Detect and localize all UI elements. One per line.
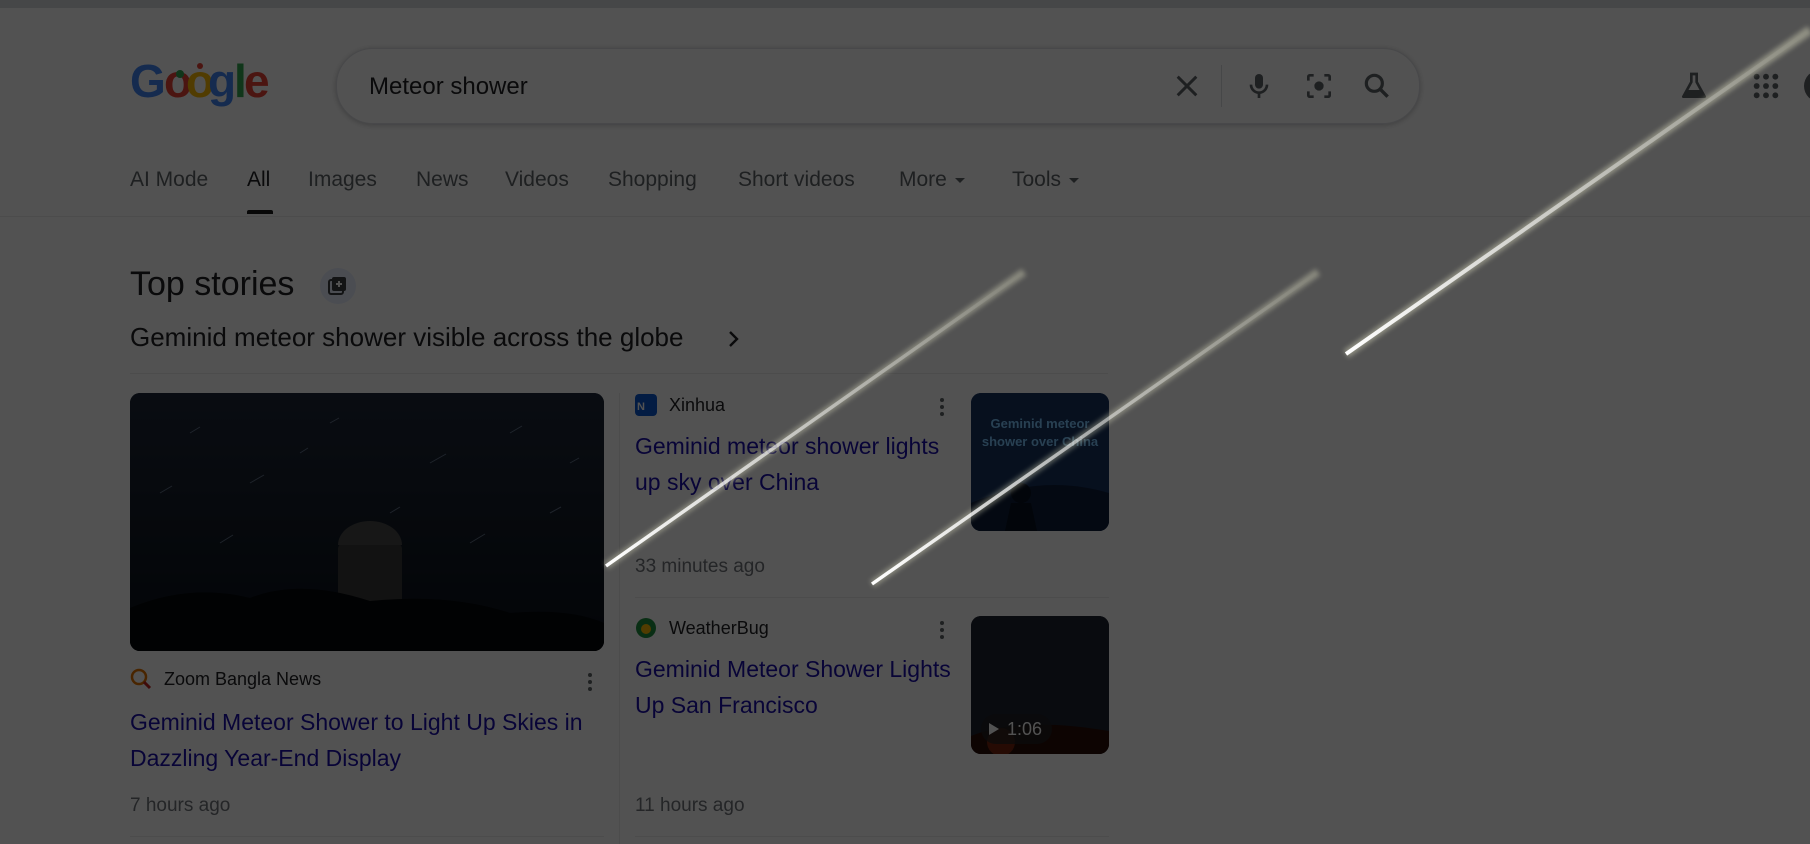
zoom-bangla-news-logo-icon [130, 668, 152, 690]
tab-ai-mode[interactable]: AI Mode [130, 168, 208, 192]
source-name: Xinhua [669, 394, 726, 415]
svg-text:e: e [244, 55, 270, 107]
story-timestamp: 7 hours ago [130, 795, 231, 816]
chevron-down-icon [954, 177, 965, 183]
chevron-right-icon[interactable] [724, 327, 744, 351]
divider [635, 597, 1109, 598]
more-options-icon[interactable] [587, 671, 593, 695]
story-timestamp: 11 hours ago [635, 795, 745, 816]
top-stories-title: Top stories [130, 265, 295, 303]
chevron-down-icon [1069, 177, 1080, 183]
apps-grid-icon[interactable] [1750, 70, 1782, 102]
thumbnail-caption: Geminid meteor shower over China [981, 416, 1099, 449]
labs-flask-icon[interactable] [1678, 70, 1710, 102]
play-icon [989, 723, 999, 735]
stories-collection-icon[interactable] [320, 268, 356, 304]
story-cluster-headline[interactable]: Geminid meteor shower visible across the… [130, 322, 683, 353]
tab-news[interactable]: News [416, 168, 469, 192]
search-input[interactable] [367, 69, 1171, 105]
video-duration-badge: 1:06 [981, 714, 1053, 744]
source-name: Zoom Bangla News [164, 668, 322, 689]
svg-text:g: g [208, 55, 236, 107]
tab-shopping[interactable]: Shopping [608, 168, 697, 192]
story-source: Zoom Bangla News [130, 668, 321, 690]
video-thumbnail[interactable]: 1:06 [971, 616, 1109, 754]
story-thumbnail[interactable] [130, 393, 604, 651]
tab-short-videos[interactable]: Short videos [738, 168, 855, 192]
divider [635, 836, 1109, 837]
search-box-divider [1221, 65, 1222, 107]
xinhua-news-logo-icon: N [635, 394, 657, 416]
more-options-icon[interactable] [939, 396, 945, 420]
tab-more[interactable]: More [899, 168, 965, 192]
account-avatar[interactable] [1804, 70, 1810, 102]
divider [130, 373, 1108, 374]
divider [130, 836, 604, 837]
source-name: WeatherBug [669, 617, 769, 638]
meteor-streak [603, 268, 1027, 570]
more-options-icon[interactable] [939, 619, 945, 643]
google-doodle-logo[interactable]: G o o g l e [130, 52, 270, 112]
story-source: N Xinhua [635, 394, 725, 416]
microphone-icon[interactable] [1243, 70, 1275, 102]
china-meteor-photo [971, 393, 1109, 531]
search-box[interactable] [336, 48, 1420, 124]
search-icon[interactable] [1361, 70, 1393, 102]
tab-tools-label: Tools [1012, 168, 1062, 191]
tab-all[interactable]: All [247, 168, 270, 192]
svg-text:G: G [130, 55, 166, 107]
active-tab-indicator [247, 210, 273, 214]
story-thumbnail[interactable]: Geminid meteor shower over China [971, 393, 1109, 531]
story-title-link[interactable]: Geminid Meteor Shower Lights Up San Fran… [635, 651, 965, 723]
meteor-night-photo [130, 393, 604, 651]
video-duration: 1:06 [1007, 718, 1043, 739]
column-divider [619, 393, 620, 844]
tab-more-label: More [899, 168, 947, 191]
svg-text:N: N [637, 401, 645, 413]
weatherbug-logo-icon [636, 618, 656, 638]
browser-top-strip [0, 0, 1810, 8]
story-title-link[interactable]: Geminid Meteor Shower to Light Up Skies … [130, 704, 610, 776]
header-divider [0, 216, 1810, 217]
story-title-link[interactable]: Geminid meteor shower lights up sky over… [635, 428, 965, 500]
tab-videos[interactable]: Videos [505, 168, 569, 192]
tab-images[interactable]: Images [308, 168, 377, 192]
lens-camera-icon[interactable] [1303, 70, 1335, 102]
story-timestamp: 33 minutes ago [635, 556, 765, 577]
tab-tools[interactable]: Tools [1012, 168, 1080, 192]
story-source: WeatherBug [635, 617, 769, 639]
close-icon[interactable] [1171, 70, 1203, 102]
